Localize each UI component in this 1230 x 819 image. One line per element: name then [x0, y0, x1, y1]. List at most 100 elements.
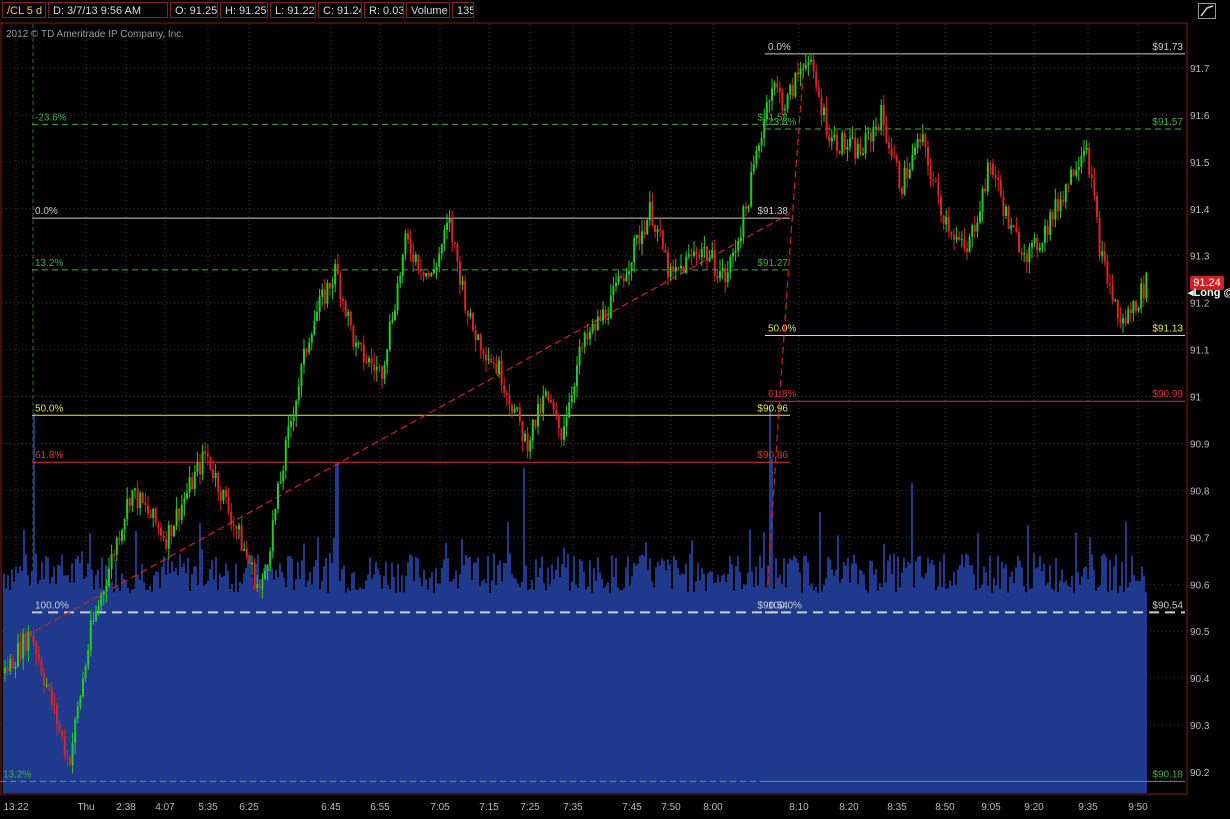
candle-body — [17, 643, 19, 667]
candle-body — [375, 366, 378, 371]
volume-bar — [1039, 555, 1041, 793]
volume-bar — [885, 582, 887, 793]
volume-bar — [219, 573, 221, 793]
candle-body — [950, 231, 953, 235]
volume-bar — [933, 564, 935, 793]
candle-body — [703, 247, 706, 249]
volume-bar — [585, 589, 587, 793]
candle-body — [1085, 147, 1088, 151]
volume-bar — [137, 574, 139, 793]
volume-bar — [167, 557, 169, 793]
candle-body — [927, 146, 929, 166]
candle-body — [188, 477, 191, 493]
symbol-field[interactable]: /CL 5 d 144t — [2, 2, 46, 18]
volume-bar — [439, 583, 441, 793]
y-tick-label: 91 — [1190, 393, 1202, 404]
position-label-text: Long @9 — [1193, 287, 1230, 299]
candle-body — [82, 678, 84, 697]
volume-bar — [1109, 560, 1111, 793]
volume-bar — [3, 573, 5, 793]
candle-body — [136, 488, 139, 509]
volume-bar — [639, 555, 641, 793]
candle-body — [550, 400, 552, 403]
volume-bar — [857, 584, 859, 793]
volume-bar — [973, 574, 975, 793]
volume-bar — [701, 568, 703, 793]
volume-bar — [717, 574, 719, 793]
volume-bar — [409, 554, 411, 793]
candle-body — [245, 548, 248, 557]
fib-price-label: $90.96 — [757, 403, 788, 414]
fib-level-label: 100.0% — [768, 600, 802, 611]
candle-body — [461, 281, 464, 285]
volume-bar — [271, 568, 273, 793]
fib-level-label: 13.2% — [3, 769, 31, 780]
volume-bar — [663, 561, 665, 793]
volume-bar — [1085, 566, 1087, 793]
volume-bar — [579, 559, 581, 793]
candle-body — [669, 266, 672, 278]
candle-body — [139, 492, 142, 509]
volume-bar — [1011, 571, 1013, 793]
volume-bar — [281, 571, 283, 793]
candle-body — [752, 164, 755, 172]
candle-body — [113, 554, 116, 556]
candle-body — [344, 300, 347, 317]
candle-body — [50, 686, 53, 705]
volume-bar — [1071, 575, 1073, 793]
volume-bar — [515, 578, 517, 793]
volume-bar — [641, 554, 643, 793]
candle-body — [105, 585, 108, 592]
x-tick-label: 8:10 — [789, 802, 809, 813]
volume-bar — [705, 591, 707, 793]
volume-bar — [433, 592, 435, 793]
candle-body — [742, 206, 745, 238]
candle-body — [1090, 174, 1093, 179]
candle-body — [942, 215, 945, 225]
volume-bar — [1125, 521, 1127, 793]
volume-bar — [309, 572, 311, 793]
volume-bar — [685, 563, 687, 793]
candle-body — [409, 239, 412, 254]
volume-bar — [1013, 583, 1015, 793]
candle-body — [401, 254, 404, 276]
candle-body — [1041, 242, 1044, 248]
volume-bar — [513, 577, 515, 793]
volume-bar — [181, 566, 183, 793]
candle-body — [451, 218, 454, 243]
volume-bar — [859, 569, 861, 793]
volume-bar — [667, 559, 669, 793]
volume-bar — [333, 537, 335, 793]
volume-bar — [29, 585, 31, 793]
x-tick-label: 9:35 — [1078, 802, 1098, 813]
candle-body — [916, 139, 919, 148]
candle-body — [864, 133, 867, 154]
fib-price-label: $90.18 — [1152, 769, 1183, 780]
candle-body — [331, 284, 334, 288]
volume-bar — [719, 582, 721, 793]
candle-body — [420, 269, 422, 272]
candle-body — [6, 667, 9, 672]
volume-bar — [461, 539, 463, 793]
candle-body — [820, 97, 823, 116]
volume-bar — [345, 592, 347, 793]
candle-body — [123, 519, 126, 531]
candle-body — [1059, 199, 1062, 212]
volume-bar — [863, 574, 865, 793]
volume-bar — [1065, 580, 1067, 793]
candle-body — [1088, 147, 1091, 175]
volume-bar — [1083, 567, 1085, 793]
volume-bar — [199, 522, 201, 793]
volume-bar — [365, 580, 367, 793]
volume-value: 135 — [452, 2, 474, 18]
price-chart[interactable]: 0.0% $91.38 13.2% $91.27 50.0% $90.96 61.8% $90… — [0, 0, 1230, 819]
candle-body — [628, 271, 630, 275]
volume-bar — [1119, 585, 1121, 793]
expand-icon[interactable] — [1198, 3, 1216, 19]
volume-bar — [1095, 590, 1097, 793]
volume-bar — [453, 578, 455, 793]
volume-bar — [817, 592, 819, 793]
volume-bar — [737, 556, 739, 793]
candle-body — [196, 462, 199, 472]
volume-bar — [1063, 582, 1065, 793]
